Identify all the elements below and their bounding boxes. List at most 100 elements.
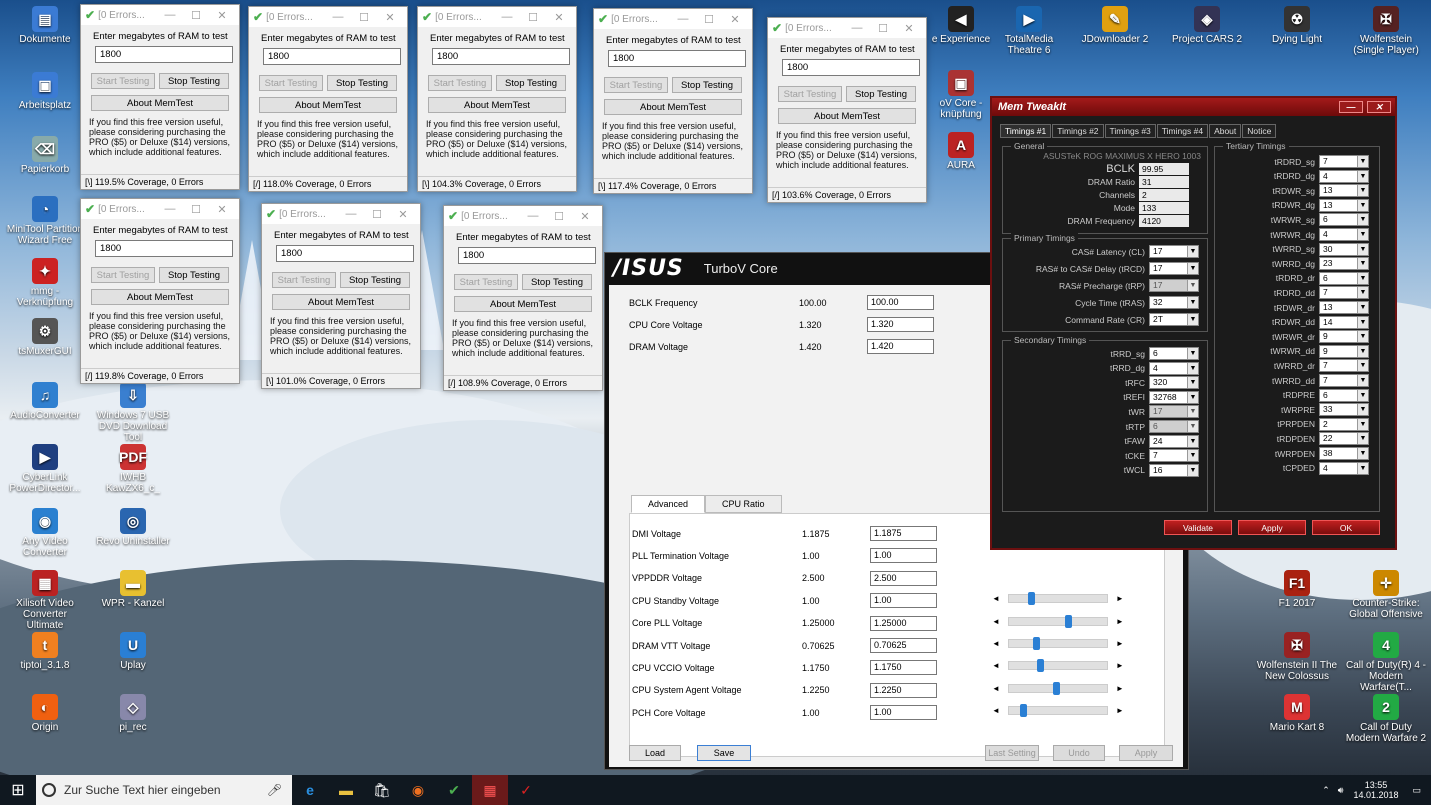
maximize-icon[interactable]: ☐ bbox=[696, 13, 722, 26]
desktop-icon[interactable]: ▶ CyberLink PowerDirector... bbox=[4, 444, 86, 494]
stop-testing-button[interactable]: Stop Testing bbox=[672, 77, 742, 93]
memtweakit-taskbar-icon[interactable]: ▦ bbox=[472, 775, 508, 805]
load-button[interactable]: Load bbox=[629, 745, 681, 761]
start-testing-button[interactable]: Start Testing bbox=[272, 272, 336, 288]
slider-knob[interactable] bbox=[1020, 704, 1028, 718]
slider-track[interactable] bbox=[1007, 681, 1108, 695]
slider-knob[interactable] bbox=[1053, 681, 1061, 695]
voltage-slider[interactable]: ◄ ► bbox=[992, 659, 1124, 673]
desktop-icon[interactable]: ⇩ Windows 7 USB DVD Download Tool bbox=[92, 382, 174, 443]
firefox-icon[interactable]: ◉ bbox=[400, 775, 436, 805]
minimize-button[interactable]: — bbox=[1339, 101, 1363, 113]
desktop-icon[interactable]: ◈ Project CARS 2 bbox=[1166, 6, 1248, 45]
voltage-input[interactable]: 1.25000 bbox=[870, 615, 937, 631]
maximize-icon[interactable]: ☐ bbox=[364, 208, 390, 221]
microphone-icon[interactable]: 🎤︎ bbox=[267, 783, 282, 797]
minimize-icon[interactable]: — bbox=[338, 208, 364, 220]
start-testing-button[interactable]: Start Testing bbox=[454, 274, 518, 290]
close-icon[interactable]: ✕ bbox=[546, 11, 572, 24]
about-memtest-button[interactable]: About MemTest bbox=[428, 97, 566, 113]
close-icon[interactable]: ✕ bbox=[390, 208, 416, 221]
voltage-slider[interactable]: ◄ ► bbox=[992, 704, 1124, 718]
desktop-icon[interactable]: ◇ pi_rec bbox=[92, 694, 174, 733]
decrease-arrow-icon[interactable]: ◄ bbox=[992, 594, 1000, 603]
clock-time[interactable]: 13:55 bbox=[1353, 780, 1398, 790]
ram-input[interactable]: 1800 bbox=[608, 50, 746, 67]
desktop-icon[interactable]: t tiptoi_3.1.8 bbox=[4, 632, 86, 671]
minimize-icon[interactable]: — bbox=[520, 210, 546, 222]
notification-icon[interactable]: ▭ bbox=[1412, 785, 1421, 796]
minimize-icon[interactable]: — bbox=[844, 22, 870, 34]
voltage-input[interactable]: 1.00 bbox=[870, 548, 937, 564]
voltage-input[interactable]: 1.420 bbox=[867, 339, 934, 354]
voltage-slider[interactable]: ◄ ► bbox=[992, 637, 1124, 650]
start-testing-button[interactable]: Start Testing bbox=[259, 75, 323, 91]
increase-arrow-icon[interactable]: ► bbox=[1116, 684, 1124, 693]
start-icon[interactable]: ⊞ bbox=[0, 775, 36, 805]
maximize-icon[interactable]: ☐ bbox=[520, 11, 546, 24]
close-icon[interactable]: ✕ bbox=[209, 9, 235, 22]
timing-dropdown[interactable]: 9 ▼ bbox=[1319, 344, 1369, 358]
timing-dropdown[interactable]: 30 ▼ bbox=[1319, 242, 1369, 256]
timing-dropdown[interactable]: 7 ▼ bbox=[1319, 286, 1369, 300]
voltage-input[interactable]: 1.320 bbox=[867, 317, 934, 332]
clock-date[interactable]: 14.01.2018 bbox=[1353, 790, 1398, 800]
minimize-icon[interactable]: — bbox=[494, 11, 520, 23]
start-testing-button[interactable]: Start Testing bbox=[778, 86, 842, 102]
decrease-arrow-icon[interactable]: ◄ bbox=[992, 639, 1000, 648]
voltage-input[interactable]: 1.00 bbox=[870, 593, 937, 609]
desktop-icon[interactable]: ▣ Arbeitsplatz bbox=[4, 72, 86, 111]
timing-dropdown[interactable]: 23 ▼ bbox=[1319, 257, 1369, 271]
desktop-icon[interactable]: PDF IWHB KawZX6_c_ bbox=[92, 444, 174, 494]
turbov-taskbar-icon[interactable]: ✓ bbox=[508, 775, 544, 805]
timing-dropdown[interactable]: 9 ▼ bbox=[1319, 330, 1369, 344]
desktop-icon[interactable]: ✛ Counter-Strike: Global Offensive bbox=[1345, 570, 1427, 620]
mti-tab[interactable]: Timings #4 bbox=[1156, 124, 1209, 138]
desktop-icon[interactable]: M Mario Kart 8 bbox=[1256, 694, 1338, 733]
undo-button[interactable]: Undo bbox=[1053, 745, 1105, 761]
voltage-input[interactable]: 1.2250 bbox=[870, 682, 937, 698]
desktop-icon[interactable]: 2 Call of Duty Modern Warfare 2 bbox=[1345, 694, 1427, 744]
desktop-icon[interactable]: ▤ Dokumente bbox=[4, 6, 86, 45]
ram-input[interactable]: 1800 bbox=[458, 247, 596, 264]
slider-track[interactable] bbox=[1007, 704, 1108, 718]
minimize-icon[interactable]: — bbox=[670, 13, 696, 25]
close-icon[interactable]: ✕ bbox=[209, 203, 235, 216]
voltage-input[interactable]: 100.00 bbox=[867, 295, 934, 310]
increase-arrow-icon[interactable]: ► bbox=[1116, 639, 1124, 648]
increase-arrow-icon[interactable]: ► bbox=[1116, 706, 1124, 715]
timing-dropdown[interactable]: 4 ▼ bbox=[1319, 169, 1369, 183]
mti-tab[interactable]: Notice bbox=[1242, 124, 1277, 138]
timing-dropdown[interactable]: 33 ▼ bbox=[1319, 403, 1369, 417]
maximize-icon[interactable]: ☐ bbox=[546, 210, 572, 223]
desktop-icon[interactable]: ◔ MiniTool Partition Wizard Free bbox=[4, 196, 86, 246]
voltage-input[interactable]: 1.1875 bbox=[870, 526, 937, 541]
decrease-arrow-icon[interactable]: ◄ bbox=[992, 661, 1000, 670]
stop-testing-button[interactable]: Stop Testing bbox=[496, 75, 566, 91]
about-memtest-button[interactable]: About MemTest bbox=[272, 294, 410, 310]
slider-track[interactable] bbox=[1007, 659, 1108, 673]
slider-knob[interactable] bbox=[1065, 614, 1073, 628]
desktop-icon[interactable]: F1 F1 2017 bbox=[1256, 570, 1338, 609]
minimize-icon[interactable]: — bbox=[157, 203, 183, 215]
maximize-icon[interactable]: ☐ bbox=[870, 22, 896, 35]
mti-tab[interactable]: Timings #1 bbox=[1000, 124, 1052, 138]
decrease-arrow-icon[interactable]: ◄ bbox=[992, 684, 1000, 693]
slider-track[interactable] bbox=[1007, 614, 1108, 628]
voltage-input[interactable]: 1.1750 bbox=[870, 660, 937, 676]
timing-dropdown[interactable]: 6 ▼ bbox=[1319, 271, 1369, 285]
timing-dropdown[interactable]: 6 ▼ bbox=[1149, 347, 1199, 360]
increase-arrow-icon[interactable]: ► bbox=[1116, 617, 1124, 626]
stop-testing-button[interactable]: Stop Testing bbox=[327, 75, 397, 91]
timing-dropdown[interactable]: 7 ▼ bbox=[1319, 155, 1369, 168]
validate-button[interactable]: Validate bbox=[1164, 520, 1232, 535]
desktop-icon[interactable]: ✎ JDownloader 2 bbox=[1074, 6, 1156, 45]
start-testing-button[interactable]: Start Testing bbox=[91, 73, 155, 89]
timing-dropdown[interactable]: 7 ▼ bbox=[1319, 359, 1369, 373]
timing-dropdown[interactable]: 32768 ▼ bbox=[1149, 390, 1199, 404]
desktop-icon[interactable]: ◉ Any Video Converter bbox=[4, 508, 86, 558]
timing-dropdown[interactable]: 13 ▼ bbox=[1319, 184, 1369, 198]
about-memtest-button[interactable]: About MemTest bbox=[91, 95, 229, 111]
tab-cpu-ratio[interactable]: CPU Ratio bbox=[705, 495, 782, 513]
save-button[interactable]: Save bbox=[697, 745, 751, 761]
